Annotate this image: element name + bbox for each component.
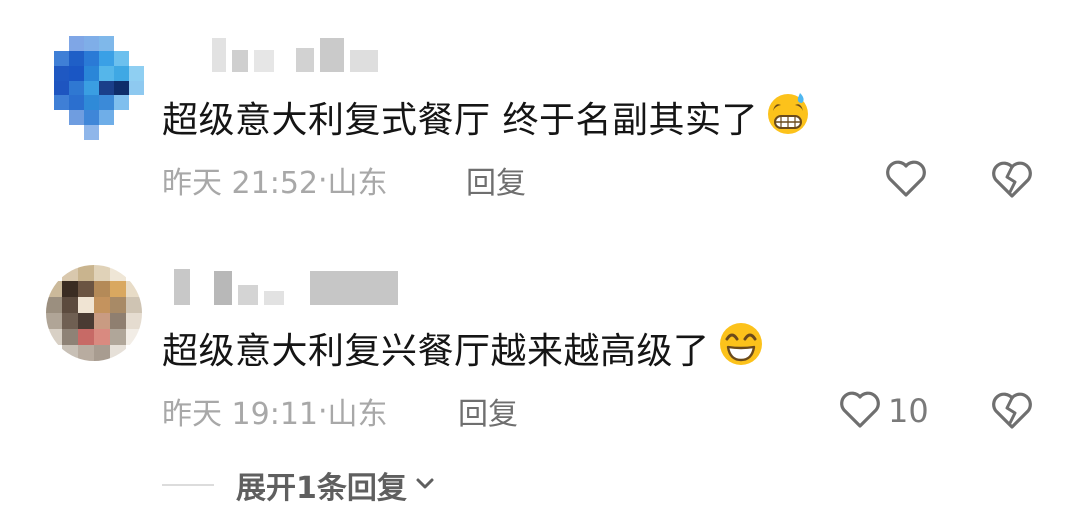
- broken-heart-icon: [990, 392, 1034, 435]
- avatar[interactable]: [46, 265, 142, 361]
- smiling-emoji: [716, 319, 766, 378]
- avatar[interactable]: [54, 36, 144, 140]
- comment-item: 超级意大利复兴餐厅越来越高级了 昨天 19:11 · 山东 回复 10 展开1条…: [0, 235, 1080, 530]
- reply-button[interactable]: 回复: [466, 160, 526, 201]
- broken-heart-icon: [990, 161, 1034, 204]
- comment-meta: 昨天 21:52 · 山东: [162, 160, 388, 202]
- dislike-button[interactable]: [990, 389, 1034, 435]
- grinning-sweat-emoji: [764, 89, 812, 146]
- username-blurred[interactable]: [174, 265, 398, 305]
- divider-line: [162, 484, 214, 486]
- meta-separator: ·: [318, 393, 328, 429]
- like-count: 10: [888, 392, 929, 430]
- heart-outline-icon: [884, 157, 928, 203]
- chevron-down-icon: [413, 471, 437, 499]
- reply-button[interactable]: 回复: [458, 391, 518, 432]
- comment-text: 超级意大利复式餐厅 终于名副其实了: [162, 92, 812, 142]
- comment-time: 昨天 21:52: [162, 166, 318, 201]
- comment-meta: 昨天 19:11 · 山东: [162, 391, 388, 433]
- dislike-button[interactable]: [990, 158, 1034, 204]
- reply-label: 回复: [458, 397, 518, 432]
- comment-text: 超级意大利复兴餐厅越来越高级了: [162, 322, 766, 373]
- expand-replies-button[interactable]: 展开1条回复: [162, 465, 437, 506]
- expand-replies-label: 展开1条回复: [236, 471, 407, 506]
- meta-separator: ·: [318, 162, 328, 198]
- heart-outline-icon: [838, 388, 882, 434]
- like-button[interactable]: [884, 158, 934, 202]
- like-button[interactable]: 10: [838, 389, 929, 433]
- reply-label: 回复: [466, 166, 526, 201]
- comment-text-content: 超级意大利复兴餐厅越来越高级了: [162, 331, 710, 372]
- comment-text-content: 超级意大利复式餐厅 终于名副其实了: [162, 100, 758, 141]
- username-blurred[interactable]: [212, 36, 378, 72]
- comment-location: 山东: [327, 397, 388, 432]
- comment-location: 山东: [327, 166, 388, 201]
- comment-time: 昨天 19:11: [162, 397, 318, 432]
- comment-item: 超级意大利复式餐厅 终于名副其实了 昨天 21:52 · 山东 回复: [0, 0, 1080, 235]
